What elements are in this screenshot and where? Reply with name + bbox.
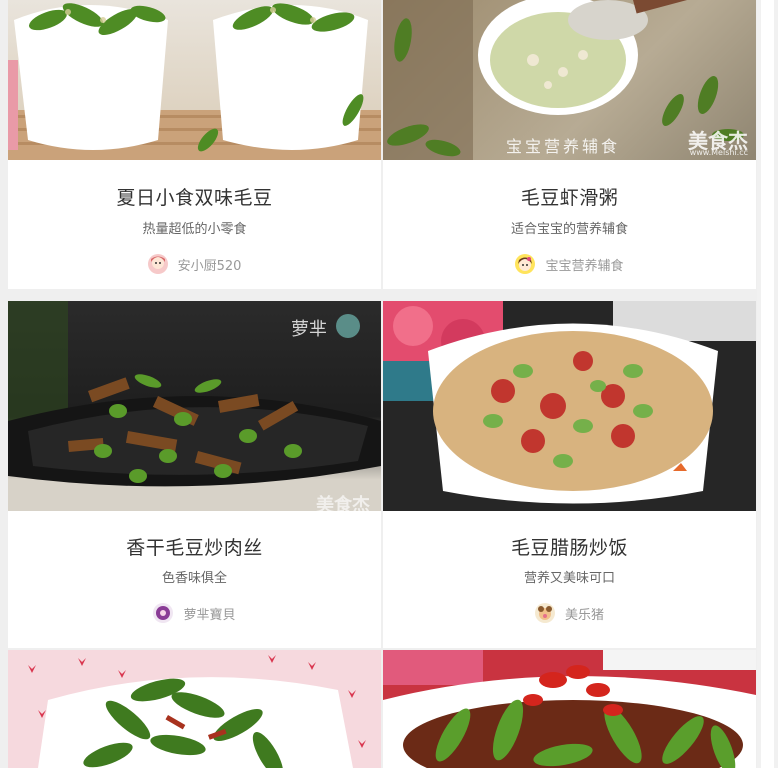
recipe-subtitle: 适合宝宝的营养辅食: [510, 222, 628, 237]
image-overlay-text: 宝宝营养辅食: [506, 137, 621, 156]
recipe-card[interactable]: [8, 650, 381, 768]
watermark-logo: 美食杰: [316, 495, 370, 511]
watermark-url: www.Meishi.cc: [689, 148, 748, 157]
author-name[interactable]: 宝宝营养辅食: [545, 255, 623, 274]
recipe-image[interactable]: [383, 301, 756, 511]
recipe-image[interactable]: 宝宝营养辅食 美食杰 www.Meishi.cc: [383, 0, 756, 160]
recipe-title[interactable]: 夏日小食双味毛豆: [8, 183, 381, 210]
recipe-card[interactable]: [383, 650, 756, 768]
recipe-image[interactable]: [383, 650, 756, 768]
recipe-image[interactable]: [8, 0, 381, 160]
scrollbar-track[interactable]: [757, 0, 778, 768]
recipe-card[interactable]: 萝芈 美食杰 香干毛豆炒肉丝 色香味俱全 萝芈寶貝: [8, 301, 381, 648]
recipe-author[interactable]: 萝芈寶貝: [8, 603, 381, 623]
recipe-image[interactable]: 萝芈 美食杰: [8, 301, 381, 511]
author-name[interactable]: 萝芈寶貝: [183, 604, 235, 623]
author-avatar[interactable]: [534, 603, 555, 623]
recipe-title[interactable]: 香干毛豆炒肉丝: [8, 533, 381, 560]
recipe-author[interactable]: 美乐猪: [383, 603, 756, 623]
recipe-subtitle: 营养又美味可口: [523, 571, 615, 586]
recipe-title[interactable]: 毛豆腊肠炒饭: [383, 533, 756, 560]
author-name[interactable]: 美乐猪: [565, 604, 604, 623]
recipe-author[interactable]: 安小厨520: [8, 254, 381, 274]
scrollbar-thumb[interactable]: [761, 0, 774, 768]
recipe-subtitle: 色香味俱全: [161, 571, 227, 586]
recipe-author[interactable]: 宝宝营养辅食: [383, 254, 756, 274]
recipe-title[interactable]: 毛豆虾滑粥: [383, 183, 756, 210]
image-overlay-text: 萝芈: [291, 319, 327, 340]
recipe-card[interactable]: 夏日小食双味毛豆 热量超低的小零食 安小厨520: [8, 0, 381, 289]
recipe-card[interactable]: 宝宝营养辅食 美食杰 www.Meishi.cc 毛豆虾滑粥 适合宝宝的营养辅食…: [383, 0, 756, 289]
recipe-card[interactable]: 毛豆腊肠炒饭 营养又美味可口 美乐猪: [383, 301, 756, 648]
author-name[interactable]: 安小厨520: [178, 255, 242, 274]
recipe-subtitle: 热量超低的小零食: [142, 222, 247, 237]
author-avatar[interactable]: [147, 254, 168, 274]
author-avatar[interactable]: [515, 254, 536, 274]
author-avatar[interactable]: [153, 603, 174, 623]
recipe-image[interactable]: [8, 650, 381, 768]
